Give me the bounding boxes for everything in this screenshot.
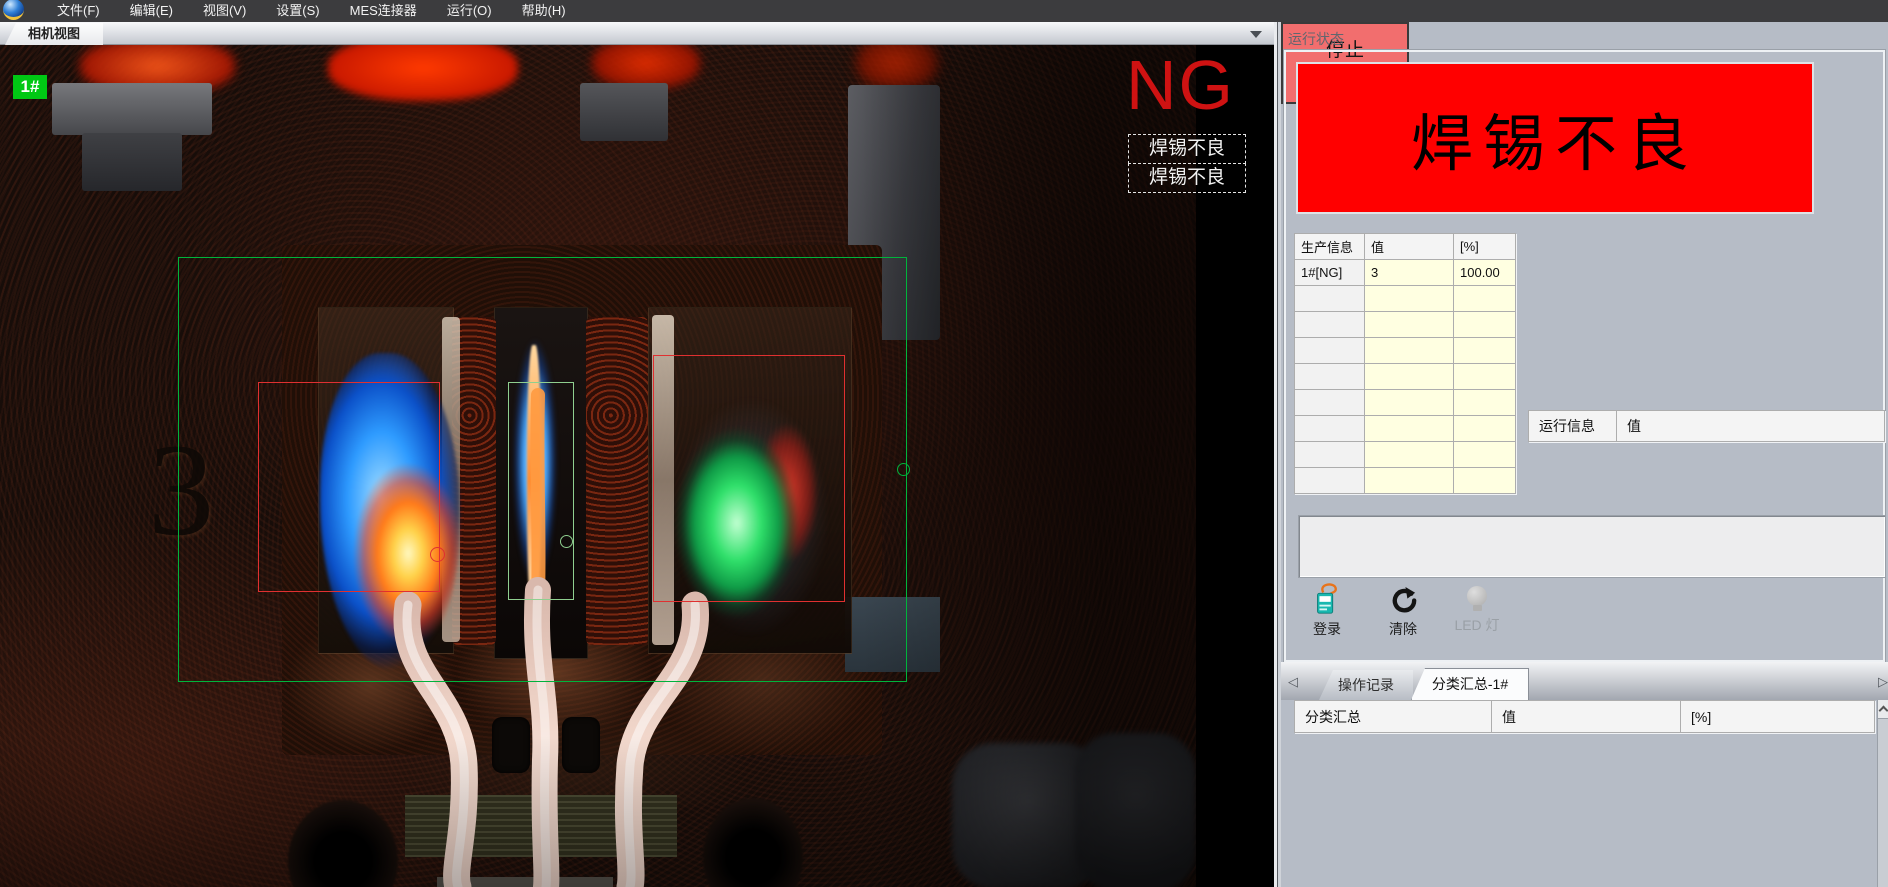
table-row[interactable] (1295, 416, 1516, 442)
cell (1454, 390, 1516, 416)
run-info-table: 运行信息值 (1528, 410, 1885, 442)
table-row[interactable] (1295, 286, 1516, 312)
column-header: 值 (1365, 234, 1454, 260)
roi-rect-right (653, 355, 845, 602)
roi-marker-dot (430, 547, 445, 562)
menu-item[interactable]: 帮助(H) (507, 0, 581, 22)
table-row[interactable]: 1#[NG]3100.00 (1295, 260, 1516, 286)
column-header: [%] (1454, 234, 1516, 260)
cell (1295, 416, 1365, 442)
cell: 3 (1365, 260, 1454, 286)
cell (1295, 338, 1365, 364)
app-logo-icon (3, 0, 24, 20)
production-info-table: 生产信息值[%] 1#[NG]3100.00 (1294, 233, 1516, 494)
table-header-row: 分类汇总值[%] (1295, 701, 1875, 733)
vertical-scrollbar[interactable] (1877, 700, 1888, 887)
cell: 1#[NG] (1295, 260, 1365, 286)
column-header: 生产信息 (1295, 234, 1365, 260)
login-button[interactable]: 登录 (1295, 582, 1359, 648)
cell (1295, 364, 1365, 390)
cell (1454, 416, 1516, 442)
table-row[interactable] (1295, 468, 1516, 494)
cell (1365, 312, 1454, 338)
table-header-row: 生产信息值[%] (1295, 234, 1516, 260)
led-light-button[interactable]: LED 灯 (1445, 582, 1509, 648)
menu-item[interactable]: MES连接器 (335, 0, 432, 22)
column-header: 分类汇总 (1295, 701, 1492, 733)
cell (1365, 286, 1454, 312)
column-header: 值 (1617, 411, 1885, 442)
column-header: 运行信息 (1529, 411, 1617, 442)
menu-item[interactable]: 视图(V) (188, 0, 261, 22)
table-row[interactable] (1295, 390, 1516, 416)
cell (1365, 364, 1454, 390)
camera-tab-bar: 相机视图 (0, 22, 1274, 45)
cell (1365, 416, 1454, 442)
cell (1365, 338, 1454, 364)
menu-item[interactable]: 设置(S) (261, 0, 334, 22)
tab-operation-log[interactable]: 操作记录 (1319, 670, 1413, 700)
table-row[interactable] (1295, 442, 1516, 468)
table-row[interactable] (1295, 364, 1516, 390)
cell (1454, 364, 1516, 390)
table-row[interactable] (1295, 312, 1516, 338)
cell (1365, 442, 1454, 468)
roi-marker-dot (897, 463, 910, 476)
defect-tag: 焊锡不良 (1128, 134, 1246, 164)
cell (1454, 338, 1516, 364)
alarm-banner: 焊锡不良 (1296, 62, 1814, 214)
run-status-panel: 运行状态 焊锡不良 生产信息值[%] 1#[NG]3100.00 运行信息值 登… (1281, 22, 1888, 887)
table-row[interactable] (1295, 338, 1516, 364)
summary-table-viewport: 分类汇总值[%] (1281, 700, 1888, 887)
cell (1295, 312, 1365, 338)
cell (1454, 286, 1516, 312)
refresh-icon (1388, 585, 1419, 616)
tab-camera-view[interactable]: 相机视图 (5, 23, 103, 45)
tab-scroll-left-icon[interactable]: ◁ (1288, 674, 1298, 690)
table-header-row: 运行信息值 (1529, 411, 1885, 442)
login-label: 登录 (1313, 619, 1341, 639)
roi-marker-dot (560, 535, 573, 548)
inspection-result-text: NG (1126, 50, 1235, 120)
cell (1365, 390, 1454, 416)
roi-rect-middle (508, 382, 574, 600)
tab-class-summary[interactable]: 分类汇总-1# (1411, 668, 1529, 700)
menu-item[interactable]: 文件(F) (42, 0, 115, 22)
menu-item[interactable]: 编辑(E) (115, 0, 188, 22)
cell (1295, 442, 1365, 468)
id-badge-icon (1310, 582, 1344, 616)
defect-tag: 焊锡不良 (1128, 163, 1246, 193)
chevron-down-icon[interactable] (1250, 31, 1262, 38)
clear-button[interactable]: 清除 (1371, 582, 1435, 648)
column-header: [%] (1681, 701, 1875, 733)
roi-rect-left (258, 382, 440, 592)
message-box (1298, 515, 1886, 578)
bottom-tab-strip: ◁ 操作记录 分类汇总-1# ▷ (1281, 662, 1888, 700)
cell (1454, 312, 1516, 338)
cell (1295, 286, 1365, 312)
class-summary-table: 分类汇总值[%] (1294, 700, 1875, 733)
cell (1454, 442, 1516, 468)
led-label: LED 灯 (1454, 615, 1499, 635)
tab-scroll-right-icon[interactable]: ▷ (1878, 674, 1888, 690)
cell (1295, 390, 1365, 416)
cell (1365, 468, 1454, 494)
cell: 100.00 (1454, 260, 1516, 286)
panel-title: 运行状态 (1288, 29, 1344, 49)
menu-bar: 文件(F)编辑(E)视图(V)设置(S)MES连接器运行(O)帮助(H) (0, 0, 1888, 22)
menu-items: 文件(F)编辑(E)视图(V)设置(S)MES连接器运行(O)帮助(H) (42, 0, 581, 22)
camera-image[interactable]: 3 (0, 45, 1196, 887)
camera-panel: 相机视图 (0, 22, 1274, 887)
scrollbar-up-button[interactable] (1878, 700, 1888, 719)
clear-label: 清除 (1389, 619, 1417, 639)
camera-id-badge: 1# (13, 75, 47, 99)
lightbulb-icon (1467, 586, 1487, 612)
column-header: 值 (1492, 701, 1681, 733)
alarm-text: 焊锡不良 (1411, 93, 1699, 183)
menu-item[interactable]: 运行(O) (432, 0, 507, 22)
cell (1295, 468, 1365, 494)
cell (1454, 468, 1516, 494)
panel-splitter[interactable] (1274, 22, 1281, 887)
